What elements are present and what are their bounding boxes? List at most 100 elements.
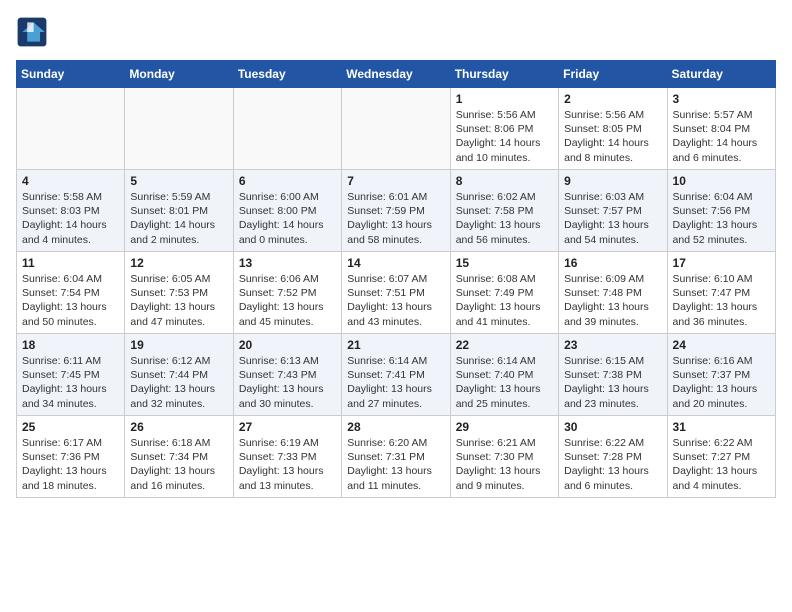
daylight-text: Daylight: 13 hours and 6 minutes. [564,464,661,492]
day-info: Sunrise: 6:16 AMSunset: 7:37 PMDaylight:… [673,354,770,411]
calendar-cell: 8Sunrise: 6:02 AMSunset: 7:58 PMDaylight… [450,170,558,252]
sunrise-text: Sunrise: 6:22 AM [673,436,770,450]
sunset-text: Sunset: 7:52 PM [239,286,336,300]
sunset-text: Sunset: 8:01 PM [130,204,227,218]
daylight-text: Daylight: 13 hours and 18 minutes. [22,464,119,492]
sunrise-text: Sunrise: 5:57 AM [673,108,770,122]
day-number: 15 [456,256,553,270]
calendar-table: SundayMondayTuesdayWednesdayThursdayFrid… [16,60,776,498]
daylight-text: Daylight: 13 hours and 41 minutes. [456,300,553,328]
sunset-text: Sunset: 7:48 PM [564,286,661,300]
daylight-text: Daylight: 13 hours and 23 minutes. [564,382,661,410]
day-info: Sunrise: 6:10 AMSunset: 7:47 PMDaylight:… [673,272,770,329]
sunrise-text: Sunrise: 6:02 AM [456,190,553,204]
day-info: Sunrise: 6:22 AMSunset: 7:27 PMDaylight:… [673,436,770,493]
calendar-cell: 21 Sunrise: 6:14 AMSunset: 7:41 PMDayligh… [342,334,450,416]
daylight-text: Daylight: 13 hours and 47 minutes. [130,300,227,328]
daylight-text: Daylight: 13 hours and 54 minutes. [564,218,661,246]
sunset-text: Sunset: 7:28 PM [564,450,661,464]
daylight-text: Daylight: 13 hours and 39 minutes. [564,300,661,328]
daylight-text: Daylight: 14 hours and 6 minutes. [673,136,770,164]
sunset-text: Sunset: 7:27 PM [673,450,770,464]
day-number: 6 [239,174,336,188]
day-number: 20 [239,338,336,352]
day-number: 17 [673,256,770,270]
sunset-text: Sunset: 8:04 PM [673,122,770,136]
sunrise-text: Sunrise: 6:18 AM [130,436,227,450]
sunrise-text: Sunrise: 5:56 AM [456,108,553,122]
day-info: Sunrise: 6:11 AMSunset: 7:45 PMDaylight:… [22,354,119,411]
sunset-text: Sunset: 8:06 PM [456,122,553,136]
sunset-text: Sunset: 7:56 PM [673,204,770,218]
day-number: 11 [22,256,119,270]
calendar-cell: 16 Sunrise: 6:09 AMSunset: 7:48 PMDayligh… [559,252,667,334]
sunset-text: Sunset: 7:47 PM [673,286,770,300]
logo [16,16,54,48]
day-number: 23 [564,338,661,352]
sunset-text: Sunset: 7:41 PM [347,368,444,382]
daylight-text: Daylight: 13 hours and 45 minutes. [239,300,336,328]
sunrise-text: Sunrise: 6:11 AM [22,354,119,368]
daylight-text: Daylight: 13 hours and 11 minutes. [347,464,444,492]
sunset-text: Sunset: 8:00 PM [239,204,336,218]
calendar-cell: 17 Sunrise: 6:10 AMSunset: 7:47 PMDayligh… [667,252,775,334]
calendar-cell: 29Sunrise: 6:21 AMSunset: 7:30 PMDayligh… [450,416,558,498]
day-info: Sunrise: 5:56 AMSunset: 8:06 PMDaylight:… [456,108,553,165]
weekday-header-row: SundayMondayTuesdayWednesdayThursdayFrid… [17,61,776,88]
logo-icon [16,16,48,48]
daylight-text: Daylight: 13 hours and 30 minutes. [239,382,336,410]
sunset-text: Sunset: 7:57 PM [564,204,661,218]
day-number: 3 [673,92,770,106]
day-info: Sunrise: 6:07 AMSunset: 7:51 PMDaylight:… [347,272,444,329]
sunrise-text: Sunrise: 6:17 AM [22,436,119,450]
day-number: 21 [347,338,444,352]
page-header [16,16,776,48]
calendar-week-5: 25Sunrise: 6:17 AMSunset: 7:36 PMDayligh… [17,416,776,498]
sunset-text: Sunset: 7:36 PM [22,450,119,464]
weekday-tuesday: Tuesday [233,61,341,88]
day-number: 25 [22,420,119,434]
sunset-text: Sunset: 7:59 PM [347,204,444,218]
calendar-cell: 20Sunrise: 6:13 AMSunset: 7:43 PMDayligh… [233,334,341,416]
sunset-text: Sunset: 7:40 PM [456,368,553,382]
calendar-cell: 28Sunrise: 6:20 AMSunset: 7:31 PMDayligh… [342,416,450,498]
day-number: 16 [564,256,661,270]
calendar-cell: 27Sunrise: 6:19 AMSunset: 7:33 PMDayligh… [233,416,341,498]
daylight-text: Daylight: 13 hours and 4 minutes. [673,464,770,492]
daylight-text: Daylight: 13 hours and 58 minutes. [347,218,444,246]
calendar-cell: 12Sunrise: 6:05 AMSunset: 7:53 PMDayligh… [125,252,233,334]
day-info: Sunrise: 6:12 AMSunset: 7:44 PMDaylight:… [130,354,227,411]
calendar-cell: 1Sunrise: 5:56 AMSunset: 8:06 PMDaylight… [450,88,558,170]
day-number: 19 [130,338,227,352]
sunrise-text: Sunrise: 6:00 AM [239,190,336,204]
calendar-cell: 11Sunrise: 6:04 AMSunset: 7:54 PMDayligh… [17,252,125,334]
sunrise-text: Sunrise: 6:10 AM [673,272,770,286]
daylight-text: Daylight: 13 hours and 27 minutes. [347,382,444,410]
day-info: Sunrise: 5:56 AMSunset: 8:05 PMDaylight:… [564,108,661,165]
day-info: Sunrise: 6:08 AMSunset: 7:49 PMDaylight:… [456,272,553,329]
sunset-text: Sunset: 7:54 PM [22,286,119,300]
day-info: Sunrise: 6:18 AMSunset: 7:34 PMDaylight:… [130,436,227,493]
sunset-text: Sunset: 7:33 PM [239,450,336,464]
sunrise-text: Sunrise: 6:19 AM [239,436,336,450]
day-info: Sunrise: 6:20 AMSunset: 7:31 PMDaylight:… [347,436,444,493]
day-number: 9 [564,174,661,188]
day-number: 29 [456,420,553,434]
weekday-thursday: Thursday [450,61,558,88]
day-number: 24 [673,338,770,352]
sunrise-text: Sunrise: 6:09 AM [564,272,661,286]
calendar-body: 1Sunrise: 5:56 AMSunset: 8:06 PMDaylight… [17,88,776,498]
day-info: Sunrise: 5:59 AMSunset: 8:01 PMDaylight:… [130,190,227,247]
calendar-cell: 7Sunrise: 6:01 AMSunset: 7:59 PMDaylight… [342,170,450,252]
day-number: 13 [239,256,336,270]
calendar-cell: 22Sunrise: 6:14 AMSunset: 7:40 PMDayligh… [450,334,558,416]
daylight-text: Daylight: 14 hours and 0 minutes. [239,218,336,246]
sunrise-text: Sunrise: 5:56 AM [564,108,661,122]
day-info: Sunrise: 6:05 AMSunset: 7:53 PMDaylight:… [130,272,227,329]
day-info: Sunrise: 6:14 AMSunset: 7:41 PMDaylight:… [347,354,444,411]
day-number: 30 [564,420,661,434]
day-info: Sunrise: 6:14 AMSunset: 7:40 PMDaylight:… [456,354,553,411]
calendar-cell: 4Sunrise: 5:58 AMSunset: 8:03 PMDaylight… [17,170,125,252]
sunset-text: Sunset: 7:34 PM [130,450,227,464]
sunrise-text: Sunrise: 6:22 AM [564,436,661,450]
